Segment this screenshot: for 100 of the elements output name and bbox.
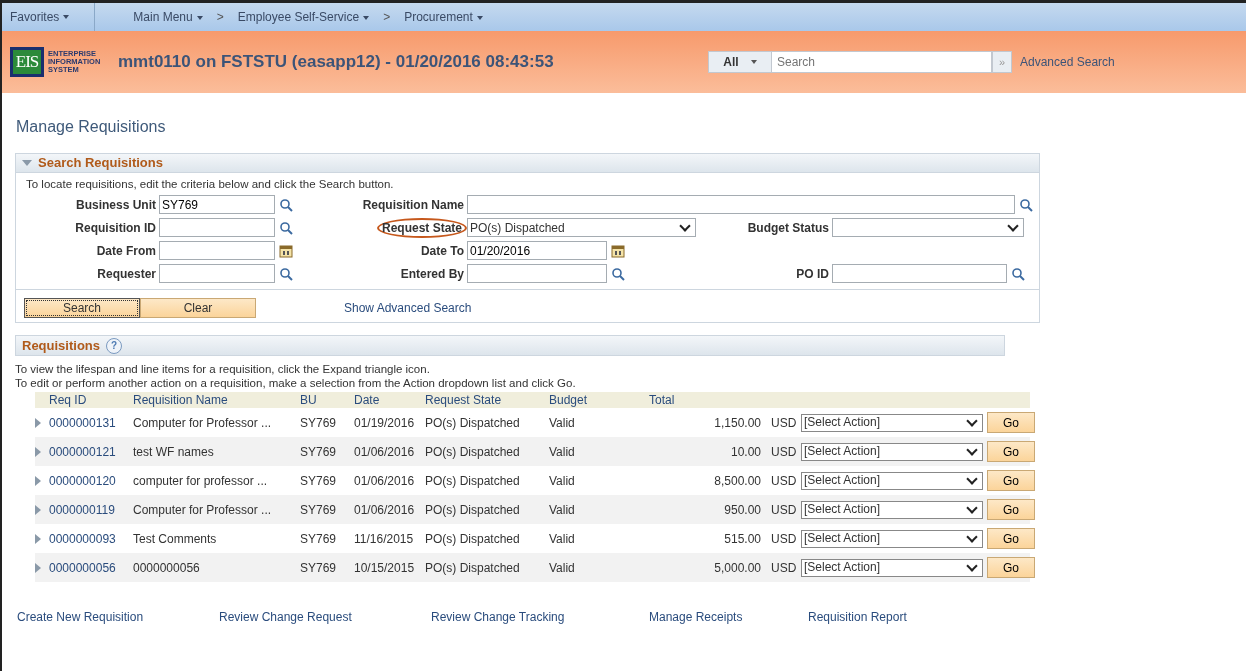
input-field[interactable] [159, 218, 275, 238]
action-dropdown[interactable]: [Select Action] [801, 500, 983, 519]
go-button[interactable]: Go [987, 441, 1035, 463]
table-cell-text: USD [771, 559, 797, 577]
footer-link[interactable]: Review Change Request [219, 608, 431, 627]
panel-title: Search Requisitions [38, 154, 163, 173]
search-scope-dropdown[interactable]: All [708, 51, 772, 73]
input-field[interactable]: SY769 [159, 195, 275, 215]
action-dropdown[interactable]: [Select Action] [801, 529, 983, 548]
table-cell-text: PO(s) Dispatched [425, 530, 520, 548]
table-cell-text: 10.00 [730, 443, 761, 461]
column-header[interactable]: Req ID [49, 391, 87, 410]
table-cell-text: PO(s) Dispatched [425, 559, 520, 577]
input-field[interactable] [467, 264, 607, 284]
table-cell-text: SY769 [300, 443, 337, 461]
field-label: Business Unit [76, 197, 156, 212]
action-dropdown[interactable]: [Select Action] [801, 442, 983, 461]
table-cell-text: USD [771, 443, 797, 461]
column-header[interactable]: Requisition Name [133, 391, 228, 410]
req-id-link[interactable]: 0000000121 [49, 442, 116, 461]
req-id-link[interactable]: 0000000120 [49, 471, 116, 490]
table-cell-text: SY769 [300, 472, 337, 490]
table-cell-text: 01/06/2016 [354, 501, 415, 519]
go-button[interactable]: Go [987, 412, 1035, 434]
footer-link[interactable]: Manage Receipts [649, 608, 808, 627]
expand-icon[interactable] [35, 446, 41, 457]
calendar-icon[interactable] [279, 243, 293, 258]
search-icon[interactable] [279, 220, 293, 235]
expand-icon[interactable] [35, 562, 41, 573]
table-cell-text: PO(s) Dispatched [425, 472, 520, 490]
breadcrumb-menu[interactable]: Procurement [396, 8, 491, 26]
calendar-icon[interactable] [611, 243, 625, 258]
table-cell-text: 0000000056 [133, 559, 200, 577]
clear-button[interactable]: Clear [140, 298, 256, 319]
table-cell-text: Valid [549, 414, 575, 432]
action-dropdown[interactable]: [Select Action] [801, 558, 983, 577]
column-header[interactable]: Budget [549, 391, 588, 410]
field-label: Entered By [400, 266, 464, 281]
column-header[interactable]: Total [649, 391, 675, 410]
input-field[interactable] [159, 241, 275, 261]
table-cell-text: Valid [549, 559, 575, 577]
req-id-link[interactable]: 0000000119 [49, 500, 115, 519]
table-cell-text: USD [771, 414, 797, 432]
advanced-search-link[interactable]: Show Advanced Search [344, 299, 472, 318]
field-label: Requester [97, 266, 156, 281]
instructions-text: To view the lifespan and line items for a requisition, click the Expand triangle icon. [15, 362, 431, 377]
footer-link[interactable]: Requisition Report [808, 608, 907, 627]
table-cell-text: Valid [549, 472, 575, 490]
field-label: Budget Status [747, 220, 829, 235]
expand-icon[interactable] [35, 417, 41, 428]
table-cell-text: SY769 [300, 530, 337, 548]
field-label: Date From [96, 243, 156, 258]
input-field[interactable]: 01/20/2016 [467, 241, 607, 261]
expand-icon[interactable] [35, 475, 41, 486]
column-header[interactable]: Request State [425, 391, 502, 410]
expand-icon[interactable] [35, 533, 41, 544]
go-button[interactable]: Go [987, 528, 1035, 550]
footer-link[interactable]: Create New Requisition [17, 608, 219, 627]
dropdown-field[interactable] [832, 218, 1024, 238]
table-cell-text: 01/19/2016 [354, 414, 415, 432]
action-dropdown[interactable]: [Select Action] [801, 471, 983, 490]
input-field[interactable] [832, 264, 1007, 284]
advanced-search-link[interactable]: Advanced Search [1020, 53, 1115, 71]
column-header[interactable]: BU [300, 391, 317, 410]
search-icon[interactable] [279, 266, 293, 281]
panel-header[interactable]: Search Requisitions [16, 154, 1039, 173]
breadcrumb-menu[interactable]: Employee Self-Service [229, 8, 378, 26]
search-icon[interactable] [279, 197, 293, 212]
table-cell-text: 8,500.00 [714, 472, 761, 490]
help-icon[interactable]: ? [106, 337, 122, 354]
go-button[interactable]: Go [987, 557, 1035, 579]
breadcrumb-menu[interactable]: Main Menu [125, 8, 211, 26]
input-field[interactable] [159, 264, 275, 284]
table-cell-text: USD [771, 501, 797, 519]
req-id-link[interactable]: 0000000056 [49, 558, 116, 577]
table-cell-text: SY769 [300, 501, 337, 519]
search-icon[interactable] [1019, 197, 1033, 212]
search-field[interactable]: Search [772, 51, 992, 73]
search-icon[interactable] [1011, 266, 1025, 281]
table-cell-text: Test Comments [133, 530, 217, 548]
collapse-icon[interactable] [22, 160, 32, 166]
req-id-link[interactable]: 0000000093 [49, 529, 116, 548]
search-button[interactable]: Search [24, 298, 140, 319]
logo-mark: EIS [10, 47, 44, 77]
table-cell-text: Valid [549, 443, 575, 461]
table-cell-text: PO(s) Dispatched [425, 501, 520, 519]
req-id-link[interactable]: 0000000131 [49, 413, 116, 432]
go-button[interactable]: Go [987, 470, 1035, 492]
action-dropdown[interactable]: [Select Action] [801, 413, 983, 432]
go-button[interactable]: Go [987, 499, 1035, 521]
expand-icon[interactable] [35, 504, 41, 515]
dropdown-field[interactable]: PO(s) Dispatched [467, 218, 696, 238]
search-icon[interactable] [611, 266, 625, 281]
input-field[interactable] [467, 195, 1015, 215]
table-cell-text: 5,000.00 [714, 559, 761, 577]
table-cell-text: 11/16/2015 [354, 530, 414, 548]
footer-link[interactable]: Review Change Tracking [431, 608, 649, 627]
column-header[interactable]: Date [354, 391, 380, 410]
table-cell-text: 1,150.00 [714, 414, 761, 432]
breadcrumb-separator: > [215, 9, 225, 26]
